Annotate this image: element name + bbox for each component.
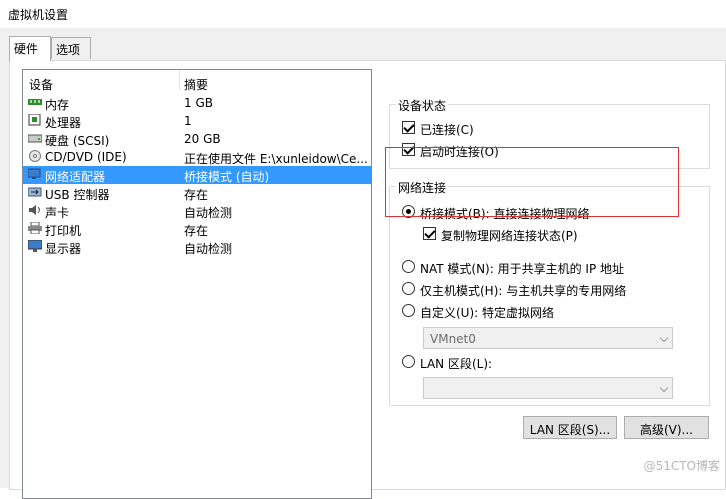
replicate-state-label[interactable]: 复制物理网络连接状态(P) [441, 227, 578, 244]
replicate-state-checkbox[interactable] [423, 227, 436, 240]
nat-label[interactable]: NAT 模式(N): 用于共享主机的 IP 地址 [420, 260, 624, 277]
device-summary: 存在 [184, 224, 209, 238]
connected-label[interactable]: 已连接(C) [420, 121, 474, 138]
device-list-header: 设备 摘要 [23, 70, 371, 92]
device-row-sound[interactable]: 声卡 自动检测 [23, 202, 371, 220]
device-name: 内存 [45, 98, 70, 112]
lan-segments-button[interactable]: LAN 区段(S)... [523, 416, 617, 439]
device-name: 显示器 [45, 242, 82, 256]
custom-network-select[interactable]: VMnet0 [423, 327, 673, 349]
tab-options-label: 选项 [56, 43, 81, 57]
device-summary: 20 GB [184, 132, 221, 146]
device-summary: 正在使用文件 E:\xunleidow\Ce... [184, 152, 368, 166]
lan-segment-label[interactable]: LAN 区段(L): [420, 355, 492, 372]
printer-icon [28, 222, 42, 234]
nat-radio[interactable] [402, 260, 415, 273]
device-name: 硬盘 (SCSI) [45, 134, 110, 148]
device-row-printer[interactable]: 打印机 存在 [23, 220, 371, 238]
dialog-client: 硬件 选项 设备 摘要 内存 1 GB 处理器 1 硬盘 (SCSI) 20 G… [0, 28, 726, 499]
column-summary: 摘要 [184, 78, 209, 92]
device-row-cd-dvd[interactable]: CD/DVD (IDE) 正在使用文件 E:\xunleidow\Ce... [23, 148, 371, 166]
network-adapter-icon [28, 168, 41, 179]
hardware-panel: 设备 摘要 内存 1 GB 处理器 1 硬盘 (SCSI) 20 GB CD/D… [9, 60, 726, 499]
host-only-label[interactable]: 仅主机模式(H): 与主机共享的专用网络 [420, 282, 626, 299]
custom-radio[interactable] [402, 304, 415, 317]
tab-hardware[interactable]: 硬件 [9, 36, 51, 61]
column-device: 设备 [29, 78, 54, 92]
device-status-title: 设备状态 [396, 97, 449, 114]
chevron-down-icon [659, 333, 669, 343]
lan-segment-radio[interactable] [402, 355, 415, 368]
device-row-harddisk[interactable]: 硬盘 (SCSI) 20 GB [23, 130, 371, 148]
display-icon [28, 240, 42, 252]
device-name: 打印机 [45, 224, 82, 238]
device-row-processor[interactable]: 处理器 1 [23, 112, 371, 130]
connected-checkbox[interactable] [402, 121, 415, 134]
tab-hardware-label: 硬件 [14, 42, 39, 56]
sound-icon [29, 205, 40, 215]
advanced-button[interactable]: 高级(V)... [624, 416, 709, 439]
device-summary: 1 GB [184, 96, 213, 110]
device-name: 处理器 [45, 116, 82, 130]
custom-label[interactable]: 自定义(U): 特定虚拟网络 [420, 304, 554, 321]
device-summary: 自动检测 [184, 206, 233, 220]
column-divider [179, 70, 180, 90]
device-row-network-adapter[interactable]: 网络适配器 桥接模式 (自动) [23, 166, 371, 184]
device-summary: 自动检测 [184, 242, 233, 256]
device-name: USB 控制器 [45, 188, 110, 202]
cpu-icon [28, 114, 41, 126]
device-name: 声卡 [45, 206, 70, 220]
host-only-radio[interactable] [402, 282, 415, 295]
device-summary: 1 [184, 114, 192, 128]
harddisk-icon [28, 134, 42, 143]
chevron-down-icon [659, 383, 669, 393]
device-summary: 存在 [184, 188, 209, 202]
usb-icon [28, 187, 42, 197]
device-list[interactable]: 设备 摘要 内存 1 GB 处理器 1 硬盘 (SCSI) 20 GB CD/D… [22, 69, 372, 499]
device-summary: 桥接模式 (自动) [184, 170, 270, 184]
lan-segments-button-label: LAN 区段(S)... [529, 423, 611, 437]
cd-icon [29, 150, 41, 162]
memory-icon [28, 99, 42, 105]
watermark: @51CTO博客 [643, 459, 720, 473]
window-title: 虚拟机设置 [8, 8, 69, 22]
device-row-memory[interactable]: 内存 1 GB [23, 94, 371, 112]
device-name: CD/DVD (IDE) [45, 150, 127, 164]
device-row-display[interactable]: 显示器 自动检测 [23, 238, 371, 256]
highlight-box [385, 147, 679, 217]
title-bar: 虚拟机设置 [0, 0, 726, 28]
lan-segment-select[interactable] [423, 377, 673, 399]
tab-options[interactable]: 选项 [51, 37, 91, 59]
advanced-button-label: 高级(V)... [639, 423, 694, 437]
network-connection-group: 网络连接 桥接模式(B): 直接连接物理网络 复制物理网络连接状态(P) NAT… [389, 179, 710, 406]
custom-network-value: VMnet0 [430, 332, 476, 346]
device-name: 网络适配器 [45, 170, 106, 184]
device-row-usb[interactable]: USB 控制器 存在 [23, 184, 371, 202]
